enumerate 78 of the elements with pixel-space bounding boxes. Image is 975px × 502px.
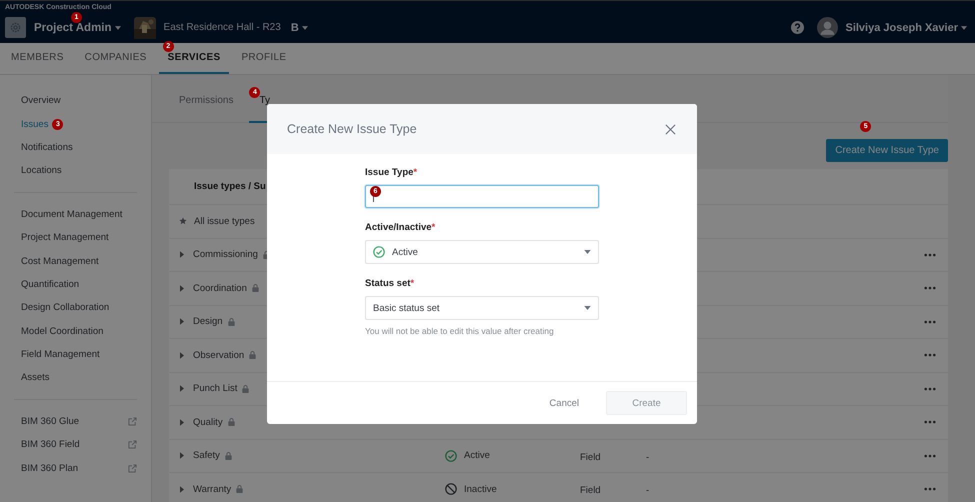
expand-icon[interactable] — [180, 486, 184, 493]
nav-tab[interactable]: MEMBERS — [2, 43, 73, 74]
more-icon[interactable] — [924, 487, 936, 492]
table-cell: Field — [580, 485, 601, 496]
sidebar-item[interactable]: Document Management — [21, 208, 122, 220]
sidebar-item[interactable]: Design Collaboration — [21, 302, 110, 314]
sidebar-item[interactable]: Model Coordination — [21, 326, 104, 337]
user-menu[interactable]: Silviya Joseph Xavier — [845, 22, 967, 34]
issue-type-name: Punch List — [193, 383, 238, 394]
caret-icon — [961, 26, 967, 30]
more-icon[interactable] — [924, 286, 936, 290]
avatar-icon[interactable] — [817, 17, 838, 38]
sidebar-item[interactable]: Assets — [21, 372, 50, 384]
hint-text: You will not be able to edit this value after creating — [365, 326, 555, 336]
sidebar-item[interactable]: Locations — [21, 165, 62, 176]
issue-type-name: Commissioning — [193, 249, 258, 260]
caret-icon — [302, 26, 308, 30]
table-cell: - — [646, 485, 650, 496]
table-cell: - — [646, 452, 650, 463]
sidebar-item[interactable]: Project Management — [21, 232, 109, 244]
sub-tab[interactable]: Permissions — [169, 75, 244, 123]
dropdown[interactable]: Active — [365, 240, 599, 264]
expand-icon[interactable] — [180, 318, 184, 326]
nav-tab[interactable]: PROFILE — [232, 43, 296, 74]
sidebar-item[interactable]: Overview — [21, 95, 61, 106]
sidebar-item[interactable]: Field Management — [21, 349, 100, 360]
issue-type-name: Design — [193, 316, 223, 328]
expand-icon[interactable] — [180, 284, 184, 292]
sidebar-item[interactable]: Quantification — [21, 278, 80, 290]
row-label[interactable]: All issue types — [194, 216, 255, 227]
close-icon[interactable] — [665, 124, 676, 134]
issue-type-name: Observation — [193, 350, 244, 361]
more-icon[interactable] — [924, 353, 936, 358]
nav-tab[interactable]: COMPANIES — [76, 43, 156, 74]
project-name[interactable]: East Residence Hall - R23 — [164, 22, 281, 33]
star-icon — [179, 217, 187, 226]
issue-type-name: Safety — [193, 450, 220, 462]
expand-icon[interactable] — [180, 418, 184, 426]
issue-type-name: Warranty — [193, 484, 232, 495]
create-button[interactable]: Create New Issue Type — [826, 139, 948, 162]
sidebar-item[interactable]: BIM 360 Plan — [21, 462, 78, 474]
dropdown[interactable]: Basic status set — [365, 296, 599, 320]
column-header: Issue types / Su — [194, 181, 266, 192]
field-label: Active/Inactive* — [365, 222, 436, 233]
expand-icon[interactable] — [180, 251, 184, 258]
more-icon[interactable] — [924, 252, 936, 257]
input-field[interactable] — [365, 185, 599, 208]
status-text: Active — [464, 450, 490, 462]
more-icon[interactable] — [924, 420, 936, 424]
table-cell: Field — [580, 452, 601, 463]
more-icon[interactable] — [924, 320, 936, 324]
caret-icon — [584, 306, 591, 310]
expand-icon[interactable] — [180, 385, 184, 392]
project-switcher[interactable]: B — [290, 22, 308, 34]
issue-type-name: Quality — [193, 416, 223, 428]
more-icon[interactable] — [924, 454, 936, 458]
expand-icon[interactable] — [180, 452, 184, 460]
sidebar-item[interactable]: Notifications — [21, 142, 73, 153]
dialog-title: Create New Issue Type — [287, 122, 417, 136]
field-label: Status set* — [365, 278, 416, 289]
external-link-icon[interactable] — [128, 416, 137, 426]
sidebar-item[interactable]: BIM 360 Field — [21, 439, 80, 450]
status-text: Inactive — [464, 484, 497, 495]
module-menu[interactable]: Project Admin — [34, 22, 121, 34]
more-icon[interactable] — [924, 386, 936, 391]
cancel-button[interactable]: Cancel — [536, 391, 592, 415]
help-icon[interactable] — [791, 21, 804, 34]
sidebar-item[interactable]: Cost Management — [21, 256, 99, 267]
field-label: Issue Type* — [365, 167, 418, 178]
external-link-icon[interactable] — [128, 440, 137, 450]
caret-icon — [114, 26, 121, 30]
sidebar-item[interactable]: BIM 360 Glue — [21, 416, 80, 427]
external-link-icon[interactable] — [128, 464, 137, 473]
settings-icon — [9, 21, 22, 34]
sidebar-item[interactable]: Issues — [21, 118, 48, 130]
expand-icon[interactable] — [180, 352, 184, 359]
issue-type-name: Coordination — [193, 282, 247, 294]
caret-icon — [584, 250, 591, 254]
